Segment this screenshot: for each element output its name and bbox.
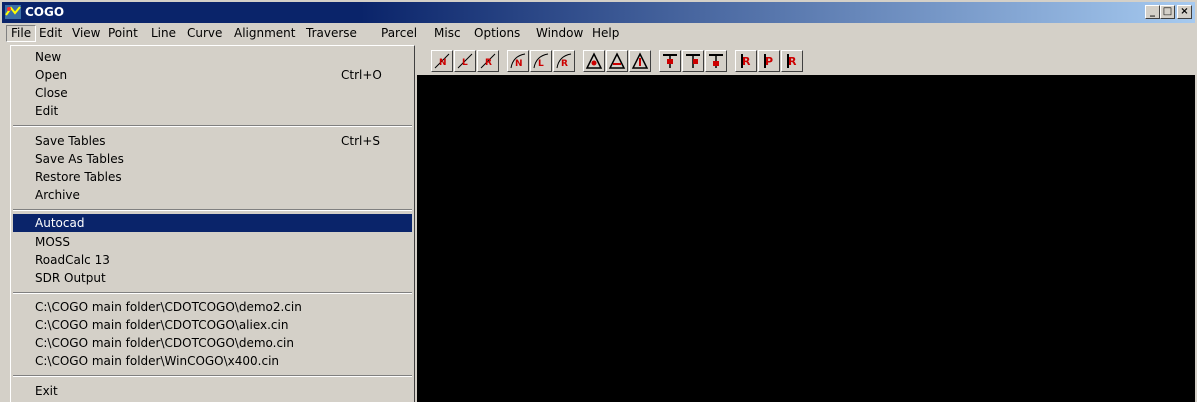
menu-item-autocad[interactable]: Autocad: [13, 214, 412, 232]
svg-text:R: R: [742, 55, 751, 68]
menu-item-open[interactable]: Open Ctrl+O: [13, 66, 412, 84]
menu-item-label: Edit: [35, 104, 59, 118]
recent-file-3[interactable]: C:\COGO main folder\CDOTCOGO\demo.cin: [13, 334, 412, 352]
menu-item-moss[interactable]: MOSS: [13, 233, 412, 251]
title-bar[interactable]: COGO _ □ ×: [2, 2, 1195, 23]
menu-separator: [13, 292, 412, 294]
menu-item-shortcut: Ctrl+S: [341, 134, 381, 148]
svg-text:N: N: [439, 58, 447, 68]
triangle-3-icon[interactable]: [629, 50, 651, 72]
menu-view[interactable]: View: [68, 26, 104, 41]
menu-item-label: C:\COGO main folder\WinCOGO\x400.cin: [35, 354, 280, 368]
maximize-button[interactable]: □: [1160, 5, 1175, 19]
menu-alignment[interactable]: Alignment: [230, 26, 299, 41]
menu-item-label: Open: [35, 68, 68, 82]
menu-item-label: Save Tables: [35, 134, 106, 148]
menu-item-sdr-output[interactable]: SDR Output: [13, 269, 412, 287]
menu-item-shortcut: Ctrl+O: [341, 68, 382, 82]
flag-r-icon[interactable]: R: [735, 50, 757, 72]
svg-text:L: L: [538, 59, 544, 69]
menu-curve[interactable]: Curve: [183, 26, 226, 41]
tee-2-icon[interactable]: [682, 50, 704, 72]
menu-traverse[interactable]: Traverse: [302, 26, 361, 41]
menu-item-label: SDR Output: [35, 271, 106, 285]
menu-separator: [13, 375, 412, 377]
svg-text:P: P: [765, 55, 773, 68]
menu-separator: [13, 125, 412, 127]
app-window: COGO _ □ × File Edit View Point Line Cur…: [0, 0, 1197, 402]
menu-item-new[interactable]: New: [13, 48, 412, 66]
menu-item-roadcalc[interactable]: RoadCalc 13: [13, 251, 412, 269]
menu-point[interactable]: Point: [104, 26, 142, 41]
menu-item-restore-tables[interactable]: Restore Tables: [13, 168, 412, 186]
menu-item-label: New: [35, 50, 62, 64]
toolbar: N L R N L R R P R: [417, 45, 1195, 75]
menu-item-label: RoadCalc 13: [35, 253, 110, 267]
recent-file-4[interactable]: C:\COGO main folder\WinCOGO\x400.cin: [13, 352, 412, 370]
svg-text:L: L: [462, 58, 468, 68]
menu-options[interactable]: Options: [470, 26, 524, 41]
close-button[interactable]: ×: [1177, 5, 1192, 19]
line-r-icon[interactable]: R: [477, 50, 499, 72]
menu-item-label: Exit: [35, 384, 58, 398]
minimize-button[interactable]: _: [1145, 5, 1160, 19]
menu-item-exit[interactable]: Exit: [13, 382, 412, 400]
triangle-1-icon[interactable]: [583, 50, 605, 72]
mdi-client-area: N L R N L R R P R: [417, 45, 1195, 402]
drawing-canvas[interactable]: [417, 75, 1195, 402]
curve-l-icon[interactable]: L: [530, 50, 552, 72]
menu-item-edit[interactable]: Edit: [13, 102, 412, 120]
menu-item-archive[interactable]: Archive: [13, 186, 412, 204]
menu-item-label: C:\COGO main folder\CDOTCOGO\aliex.cin: [35, 318, 289, 332]
menu-line[interactable]: Line: [147, 26, 180, 41]
svg-text:N: N: [515, 59, 523, 69]
menu-window[interactable]: Window: [532, 26, 587, 41]
menu-item-label: C:\COGO main folder\CDOTCOGO\demo2.cin: [35, 300, 302, 314]
recent-file-2[interactable]: C:\COGO main folder\CDOTCOGO\aliex.cin: [13, 316, 412, 334]
menu-help[interactable]: Help: [588, 26, 623, 41]
menu-item-label: Archive: [35, 188, 80, 202]
menu-separator: [13, 209, 412, 211]
menu-item-save-as-tables[interactable]: Save As Tables: [13, 150, 412, 168]
menu-item-save-tables[interactable]: Save Tables Ctrl+S: [13, 132, 412, 150]
menu-item-label: Autocad: [35, 216, 85, 230]
menu-file[interactable]: File: [6, 25, 37, 42]
line-n-icon[interactable]: N: [431, 50, 453, 72]
window-title: COGO: [25, 5, 65, 19]
menu-item-label: Save As Tables: [35, 152, 124, 166]
menu-misc[interactable]: Misc: [430, 26, 465, 41]
menu-item-label: MOSS: [35, 235, 71, 249]
menu-item-label: Close: [35, 86, 68, 100]
menu-parcel[interactable]: Parcel: [377, 26, 421, 41]
menu-edit[interactable]: Edit: [35, 26, 66, 41]
file-menu-dropdown: New Open Ctrl+O Close Edit Save Tables Ctr…: [10, 45, 415, 402]
curve-n-icon[interactable]: N: [507, 50, 529, 72]
tee-3-icon[interactable]: [705, 50, 727, 72]
recent-file-1[interactable]: C:\COGO main folder\CDOTCOGO\demo2.cin: [13, 298, 412, 316]
cogo-app-icon: [5, 5, 21, 19]
menu-item-close[interactable]: Close: [13, 84, 412, 102]
curve-r-icon[interactable]: R: [553, 50, 575, 72]
menu-bar: File Edit View Point Line Curve Alignmen…: [2, 24, 1195, 43]
menu-item-label: C:\COGO main folder\CDOTCOGO\demo.cin: [35, 336, 294, 350]
svg-text:R: R: [788, 55, 797, 68]
tee-1-icon[interactable]: [659, 50, 681, 72]
line-l-icon[interactable]: L: [454, 50, 476, 72]
triangle-2-icon[interactable]: [606, 50, 628, 72]
svg-text:R: R: [561, 59, 568, 69]
flag-p-icon[interactable]: P: [758, 50, 780, 72]
svg-text:R: R: [485, 58, 492, 68]
menu-item-label: Restore Tables: [35, 170, 122, 184]
flag-r2-icon[interactable]: R: [781, 50, 803, 72]
